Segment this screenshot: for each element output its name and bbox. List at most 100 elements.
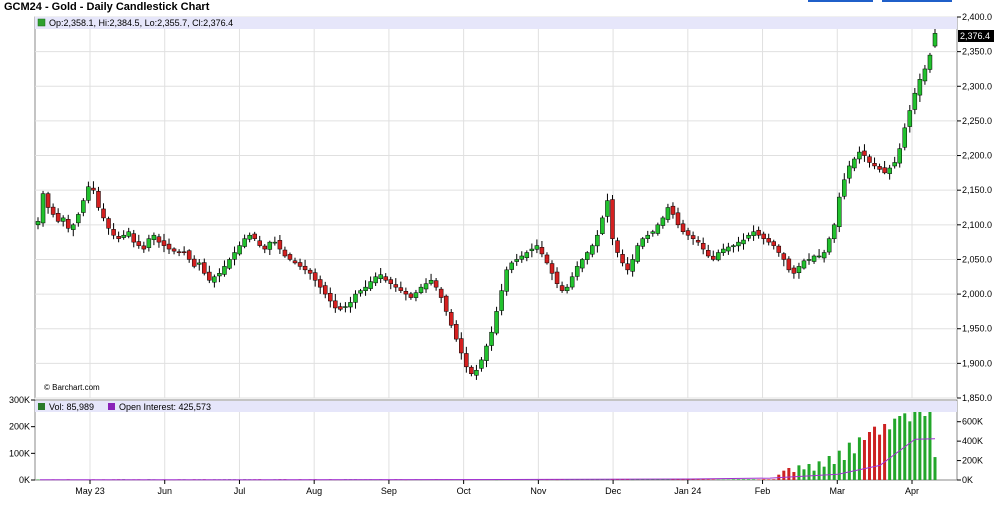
candle — [454, 324, 459, 340]
candle — [680, 223, 686, 232]
open-interest-legend: Open Interest: 425,573 — [119, 402, 211, 412]
candle — [887, 167, 892, 174]
candle — [670, 205, 676, 215]
candle — [731, 245, 736, 248]
candle — [872, 163, 877, 167]
x-tick-label: Nov — [530, 486, 547, 496]
candle — [317, 279, 323, 288]
volume-bar — [802, 469, 806, 480]
candle — [741, 239, 746, 245]
candle — [232, 252, 237, 260]
candle — [171, 248, 177, 252]
copyright: © Barchart.com — [44, 383, 100, 392]
candle — [837, 196, 842, 228]
candle — [519, 255, 525, 260]
candle — [322, 285, 328, 295]
candle — [60, 217, 66, 222]
volume-right-axis: 600K 400K 200K 0K — [957, 417, 983, 485]
candle — [721, 248, 726, 253]
candle — [705, 250, 711, 257]
candle — [756, 229, 761, 236]
candle — [338, 306, 343, 310]
candle — [595, 234, 600, 247]
candle — [35, 221, 41, 226]
candle — [348, 302, 353, 308]
candle — [796, 266, 802, 274]
volume-bar — [827, 456, 831, 480]
volume-bar — [847, 442, 851, 480]
candle — [222, 266, 227, 275]
ohlc-swatch — [37, 18, 46, 27]
volume-bar — [908, 421, 912, 480]
candle — [40, 193, 46, 224]
volume-bar — [671, 479, 675, 481]
candle — [297, 262, 303, 267]
candle — [328, 292, 333, 302]
candle — [751, 231, 756, 236]
volume-bar — [873, 426, 877, 480]
candle — [645, 234, 651, 239]
volume-bar — [752, 479, 756, 480]
volume-bar — [767, 479, 771, 480]
volume-bar — [862, 440, 866, 480]
candle — [736, 241, 741, 247]
candle — [403, 291, 409, 295]
candle — [479, 359, 484, 369]
candle — [590, 245, 595, 255]
volume-bar — [817, 461, 821, 480]
x-tick-label: Jun — [157, 486, 172, 496]
candle — [816, 255, 822, 258]
candle — [277, 240, 283, 250]
candle — [388, 279, 394, 284]
candle — [333, 300, 338, 309]
candle — [494, 311, 499, 334]
candle — [257, 240, 262, 246]
candle — [121, 234, 126, 238]
candle — [393, 284, 399, 288]
volume-legend: Vol: 85,989 — [49, 402, 94, 412]
candle — [620, 254, 625, 264]
candle — [111, 229, 116, 236]
candle — [685, 230, 691, 236]
candle — [867, 156, 872, 163]
volume-bar — [726, 479, 730, 480]
y-tick-label: 2,350.0 — [962, 47, 992, 57]
x-tick-label: Dec — [605, 486, 622, 496]
volume-bar — [807, 464, 811, 480]
candle — [630, 259, 635, 272]
candle — [524, 252, 530, 258]
vol-left-tick-label: 300K — [9, 395, 30, 405]
candle — [635, 245, 640, 262]
candle — [141, 245, 147, 250]
volume-bar — [898, 416, 902, 480]
candle — [156, 236, 162, 243]
candle — [86, 186, 91, 201]
candle — [489, 331, 494, 346]
candle — [292, 260, 298, 264]
volume-bar — [923, 416, 927, 480]
candle — [529, 248, 535, 252]
candle — [207, 271, 212, 281]
candle — [106, 218, 111, 229]
x-tick-label: Oct — [457, 486, 472, 496]
candle — [892, 162, 897, 167]
candle — [212, 276, 217, 283]
candle — [852, 158, 857, 169]
candle — [438, 288, 444, 298]
volume-bar — [857, 437, 861, 480]
candle — [625, 263, 630, 271]
candle — [368, 281, 373, 289]
candle — [202, 262, 207, 274]
candle — [771, 241, 776, 246]
candle — [408, 293, 414, 298]
candle — [302, 265, 308, 271]
volume-bar — [772, 479, 776, 480]
x-axis: May 23 Jun Jul Aug Sep Oct Nov Dec Jan 24 Feb Mar A… — [75, 480, 919, 496]
candle — [448, 312, 454, 326]
candle — [675, 212, 681, 226]
candle — [811, 255, 817, 262]
volume-bar — [686, 479, 690, 480]
y-tick-label: 2,000.0 — [962, 289, 992, 299]
candle — [660, 217, 666, 226]
candle — [126, 231, 131, 237]
